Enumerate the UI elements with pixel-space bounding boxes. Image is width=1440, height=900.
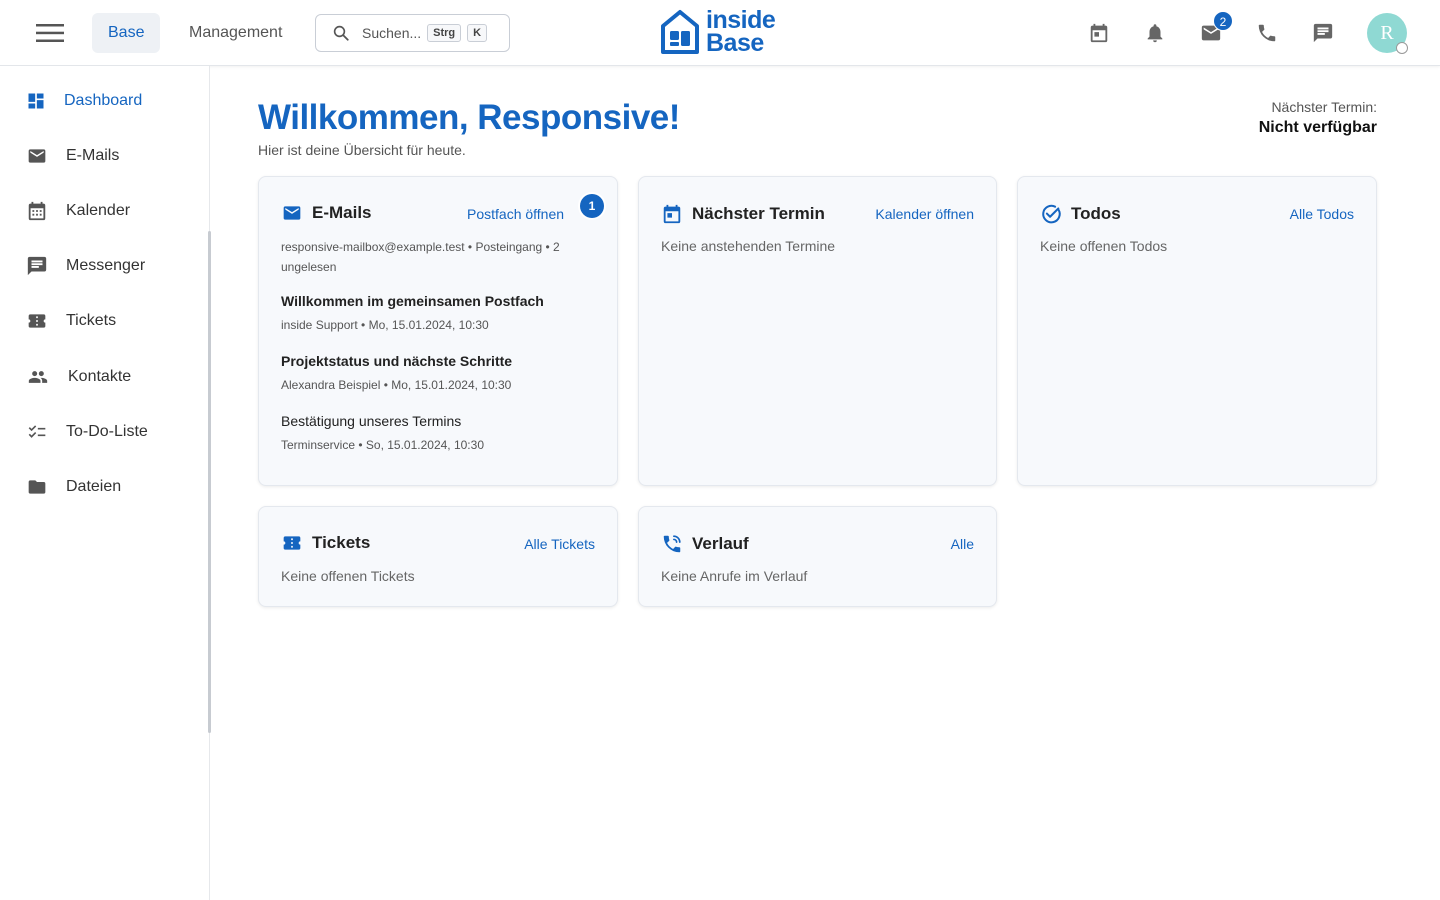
- sidebar-item-dateien[interactable]: Dateien: [0, 465, 208, 509]
- phone-history-icon: [663, 535, 681, 553]
- open-mailbox-link[interactable]: Postfach öffnen: [467, 206, 587, 222]
- chat-icon: [27, 256, 47, 276]
- phone-button[interactable]: [1253, 19, 1281, 47]
- house-logo-icon: [661, 10, 699, 54]
- card-title: Tickets: [312, 533, 371, 552]
- mail-sender: Terminservice • So, 15.01.2024, 10:30: [281, 438, 484, 452]
- shortcut-key-mod: Strg: [427, 24, 462, 42]
- notifications-button[interactable]: [1141, 19, 1169, 47]
- empty-state-text: Keine offenen Tickets: [281, 568, 415, 584]
- ticket-icon: [283, 536, 301, 550]
- tab-base[interactable]: Base: [92, 13, 161, 53]
- next-appointment-card: Nächster Termin Kalender öffnen Keine an…: [638, 176, 997, 486]
- sidebar-item-messenger[interactable]: Messenger: [0, 244, 208, 288]
- chat-icon: [1313, 23, 1333, 43]
- mail-subject: Projektstatus und nächste Schritte: [281, 353, 513, 369]
- sidebar-item-label: E-Mails: [66, 147, 120, 164]
- card-header: Todos: [1040, 203, 1121, 225]
- empty-state-text: Keine anstehenden Termine: [661, 238, 836, 254]
- contacts-icon: [28, 371, 48, 383]
- inside-base-logo[interactable]: inside Base: [660, 6, 776, 57]
- calendar-icon: [28, 201, 46, 221]
- calendar-button[interactable]: [1085, 19, 1113, 47]
- card-header: E-Mails: [281, 203, 372, 223]
- mail-count-badge: 2: [1213, 11, 1233, 31]
- hamburger-menu-button[interactable]: [28, 17, 72, 49]
- phone-icon: [1258, 24, 1276, 42]
- sidebar-item-label: Kontakte: [68, 368, 132, 385]
- mail-icon: [28, 149, 46, 163]
- sidebar-item-todo-liste[interactable]: To-Do-Liste: [0, 410, 208, 454]
- top-bar: Base Management Suchen... Strg K inside …: [0, 0, 1440, 66]
- calendar-icon: [1090, 23, 1108, 43]
- page-title: Willkommen, Responsive!: [258, 98, 680, 137]
- mailbox-meta: responsive-mailbox@example.test • Postei…: [281, 240, 560, 274]
- list-item[interactable]: Willkommen im gemeinsamen Postfach insid…: [281, 293, 601, 332]
- dashboard-icon: [28, 93, 44, 109]
- unread-count-badge: 1: [580, 194, 604, 218]
- menu-icon: [36, 24, 64, 42]
- mail-subject: Willkommen im gemeinsamen Postfach: [281, 293, 544, 309]
- empty-state-text: Keine offenen Todos: [1040, 238, 1168, 254]
- all-todos-link[interactable]: Alle Todos: [1290, 206, 1354, 222]
- mail-sender: inside Support • Mo, 15.01.2024, 10:30: [281, 318, 489, 332]
- search-input[interactable]: Suchen... Strg K: [315, 14, 510, 52]
- all-history-link[interactable]: Alle: [951, 536, 974, 552]
- card-header: Verlauf: [661, 533, 749, 555]
- mail-sender: Alexandra Beispiel • Mo, 15.01.2024, 10:…: [281, 378, 512, 392]
- todos-card: Todos Alle Todos Keine offenen Todos: [1017, 176, 1377, 486]
- logo-text: inside Base: [706, 6, 776, 57]
- sidebar-item-label: To-Do-Liste: [66, 423, 148, 440]
- mail-icon: [283, 206, 301, 220]
- sidebar-item-kontakte[interactable]: Kontakte: [0, 355, 208, 399]
- presence-status-indicator: [1396, 42, 1408, 54]
- sidebar: Dashboard E-Mails Kalender Messenger Tic…: [0, 66, 210, 900]
- messenger-button[interactable]: [1309, 19, 1337, 47]
- check-circle-icon: [1042, 204, 1061, 224]
- sidebar-item-label: Dashboard: [64, 92, 143, 109]
- ticket-icon: [28, 314, 46, 328]
- page-subtitle: Hier ist deine Übersicht für heute.: [258, 142, 466, 158]
- tickets-card: Tickets Alle Tickets Keine offenen Ticke…: [258, 506, 618, 607]
- calendar-icon: [663, 204, 681, 224]
- card-header: Tickets: [281, 533, 370, 553]
- list-item[interactable]: Bestätigung unseres Termins Terminservic…: [281, 413, 601, 452]
- bell-icon: [1147, 24, 1163, 43]
- emails-card: E-Mails Postfach öffnen responsive-mailb…: [258, 176, 618, 486]
- shortcut-key-k: K: [467, 24, 488, 42]
- card-title: Nächster Termin: [692, 204, 825, 223]
- sidebar-item-label: Kalender: [66, 202, 131, 219]
- next-appointment-value: Nicht verfügbar: [1258, 119, 1377, 136]
- open-calendar-link[interactable]: Kalender öffnen: [875, 206, 974, 222]
- card-title: Todos: [1071, 204, 1121, 223]
- next-appointment-label: Nächster Termin:: [1271, 99, 1377, 115]
- call-history-card: Verlauf Alle Keine Anrufe im Verlauf: [638, 506, 997, 607]
- sidebar-scrollbar[interactable]: [208, 231, 211, 733]
- sidebar-item-kalender[interactable]: Kalender: [0, 189, 208, 233]
- all-tickets-link[interactable]: Alle Tickets: [524, 536, 595, 552]
- sidebar-item-tickets[interactable]: Tickets: [0, 299, 208, 343]
- sidebar-item-label: Messenger: [66, 257, 146, 274]
- list-item[interactable]: Projektstatus und nächste Schritte Alexa…: [281, 353, 601, 392]
- search-placeholder: Suchen...: [362, 25, 422, 41]
- mail-subject: Bestätigung unseres Termins: [281, 413, 462, 429]
- sidebar-item-dashboard[interactable]: Dashboard: [0, 79, 208, 123]
- search-icon: [333, 25, 349, 41]
- sidebar-item-label: Dateien: [66, 478, 122, 495]
- sidebar-item-emails[interactable]: E-Mails: [0, 134, 208, 178]
- checklist-icon: [28, 425, 46, 438]
- card-header: Nächster Termin: [661, 203, 825, 225]
- card-title: E-Mails: [312, 203, 372, 222]
- empty-state-text: Keine Anrufe im Verlauf: [661, 568, 808, 584]
- card-title: Verlauf: [692, 534, 749, 553]
- folder-icon: [28, 480, 46, 494]
- tab-management[interactable]: Management: [173, 13, 298, 53]
- sidebar-item-label: Tickets: [66, 312, 117, 329]
